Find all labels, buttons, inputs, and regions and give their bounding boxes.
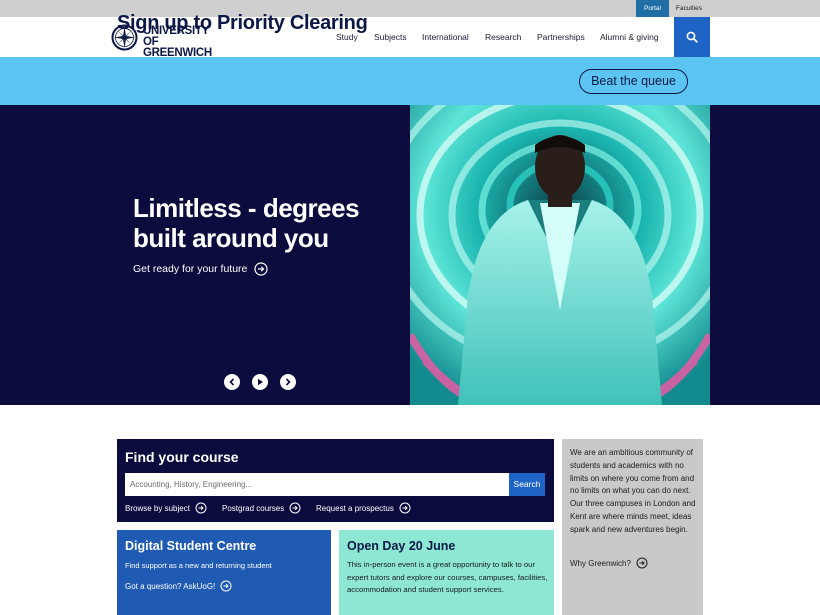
community-text: We are an ambitious community of student… — [570, 448, 696, 534]
request-prospectus-link[interactable]: Request a prospectus — [316, 502, 411, 514]
postgrad-courses-label: Postgrad courses — [222, 503, 285, 513]
open-day-text: This in-person event is a great opportun… — [347, 560, 548, 595]
browse-by-subject-label: Browse by subject — [125, 503, 190, 513]
hero-photo-illustration — [410, 105, 710, 405]
arrow-circle-icon — [399, 502, 411, 514]
search-icon — [686, 31, 698, 43]
carousel-next-button[interactable] — [280, 374, 296, 390]
hero-cta-link[interactable]: Get ready for your future — [133, 262, 268, 276]
nav-international[interactable]: International — [422, 17, 469, 57]
chevron-right-icon — [285, 378, 291, 386]
digital-student-centre-title[interactable]: Digital Student Centre — [125, 539, 256, 553]
nav-partnerships[interactable]: Partnerships — [537, 17, 585, 57]
portal-link[interactable]: Portal — [636, 0, 669, 17]
faculties-link[interactable]: Faculties — [670, 0, 708, 17]
browse-by-subject-link[interactable]: Browse by subject — [125, 502, 207, 514]
beat-the-queue-button[interactable]: Beat the queue — [579, 69, 688, 94]
carousel-play-button[interactable] — [252, 374, 268, 390]
nav-subjects[interactable]: Subjects — [374, 17, 407, 57]
header-search-button[interactable] — [674, 17, 710, 57]
postgrad-courses-link[interactable]: Postgrad courses — [222, 502, 301, 514]
hero-image — [410, 105, 710, 405]
hero-cta-label: Get ready for your future — [133, 263, 248, 275]
chevron-left-icon — [229, 378, 235, 386]
open-day-title[interactable]: Open Day 20 June — [347, 539, 455, 553]
arrow-circle-icon — [254, 262, 268, 276]
play-icon — [258, 378, 263, 386]
nav-alumni-giving[interactable]: Alumni & giving — [600, 17, 659, 57]
arrow-circle-icon — [220, 580, 232, 592]
nav-research[interactable]: Research — [485, 17, 521, 57]
request-prospectus-label: Request a prospectus — [316, 503, 394, 513]
hero-title: Limitless - degrees built around you — [133, 193, 360, 253]
why-greenwich-link[interactable]: Why Greenwich? — [570, 557, 648, 569]
course-search-button[interactable]: Search — [509, 473, 545, 496]
arrow-circle-icon — [289, 502, 301, 514]
clearing-title: Sign up to Priority Clearing — [117, 12, 368, 34]
digital-student-centre-subtitle: Find support as a new and returning stud… — [125, 561, 272, 570]
arrow-circle-icon — [636, 557, 648, 569]
carousel-prev-button[interactable] — [224, 374, 240, 390]
clearing-banner — [0, 57, 820, 105]
find-course-title: Find your course — [125, 449, 239, 465]
why-greenwich-label: Why Greenwich? — [570, 558, 631, 568]
course-search-input[interactable] — [125, 473, 509, 496]
ask-uog-label: Got a question? AskUoG! — [125, 581, 216, 591]
arrow-circle-icon — [195, 502, 207, 514]
ask-uog-link[interactable]: Got a question? AskUoG! — [125, 580, 232, 592]
